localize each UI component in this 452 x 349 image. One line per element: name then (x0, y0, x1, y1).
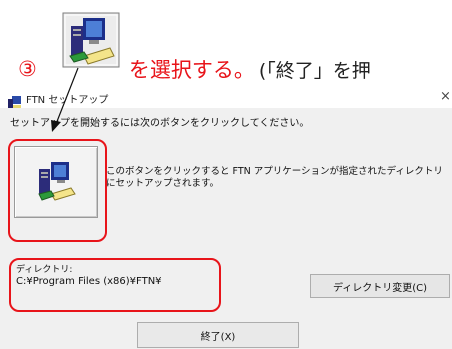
app-icon (8, 93, 22, 108)
window-title: FTN セットアップ (26, 95, 109, 106)
instruction-black-text: (「終了」を押 (258, 59, 371, 82)
exit-button[interactable]: 終了(X) (137, 322, 299, 348)
setup-prompt: セットアップを開始するには次のボタンをクリックしてください。 (10, 118, 310, 129)
highlight-setup-button (8, 139, 107, 242)
highlight-directory (9, 258, 221, 312)
setup-button-description: このボタンをクリックすると FTN アプリケーションが指定されたディレクトリにセ… (106, 166, 443, 189)
step-number: ③ (18, 57, 37, 81)
close-icon[interactable]: × (440, 89, 451, 104)
setup-computer-icon (62, 12, 120, 68)
instruction-red-text: を選択する。 (128, 58, 255, 82)
change-directory-button[interactable]: ディレクトリ変更(C) (310, 274, 450, 298)
